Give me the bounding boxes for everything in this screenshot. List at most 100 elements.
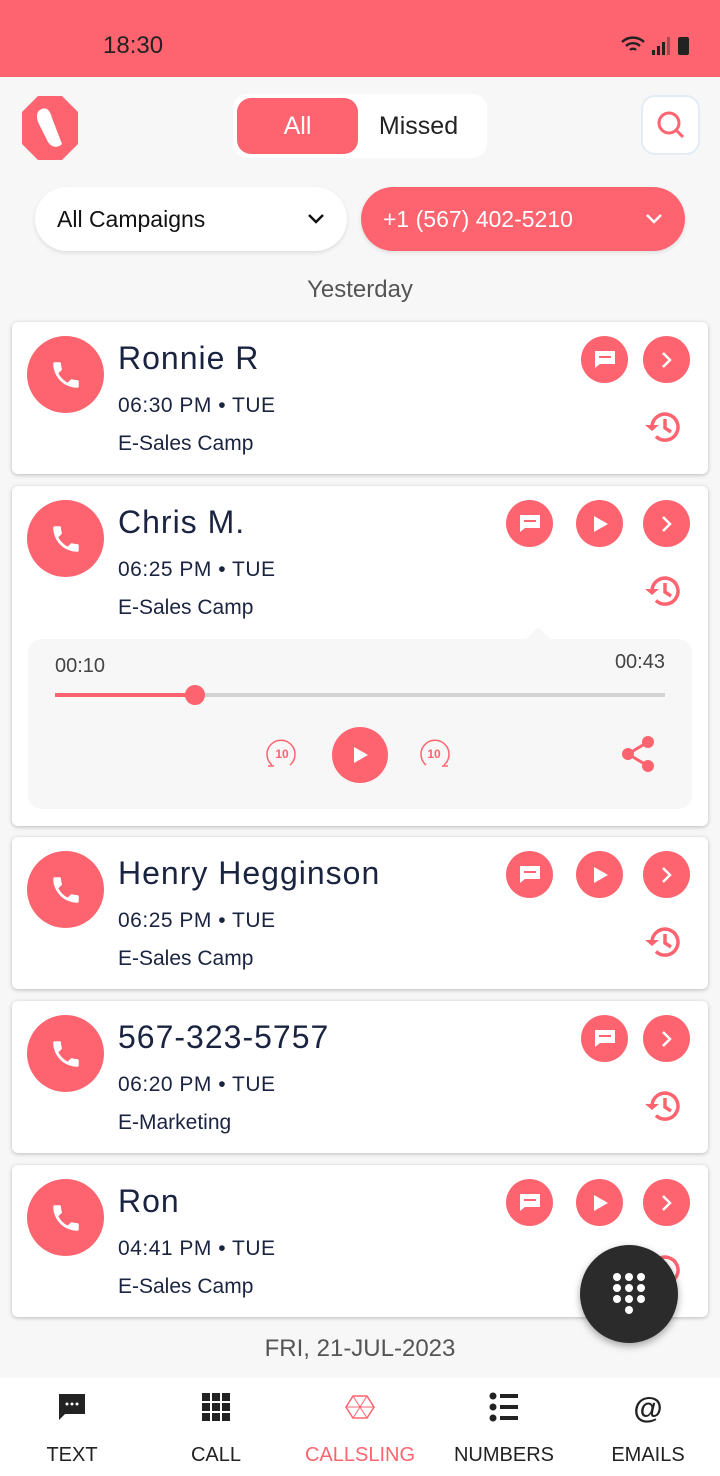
share-icon[interactable] [620,735,656,773]
call-log-item[interactable]: Chris M. 06:25 PM • TUE E-Sales Camp 00:… [12,486,708,826]
call-time: 06:25 PM • TUE [118,909,276,932]
details-button[interactable] [643,1179,690,1226]
rewind-10-icon[interactable]: 10 [264,735,298,771]
message-button[interactable] [506,851,553,898]
call-log-item[interactable]: Ronnie R 06:30 PM • TUE E-Sales Camp [12,322,708,474]
contact-name: Chris M. [118,504,246,540]
call-avatar [27,1179,104,1256]
phone-icon [52,525,79,552]
app-logo [22,96,78,160]
campaign-name: E-Sales Camp [118,947,254,970]
call-time: 06:30 PM • TUE [118,394,276,417]
dialpad-icon [613,1273,645,1314]
history-icon[interactable] [642,405,686,449]
bottom-nav: TEXT CALL CALLSLING NUMBERS @ EMAILS [0,1378,720,1476]
phone-icon [52,876,79,903]
call-time: 06:20 PM • TUE [118,1073,276,1096]
nav-label: TEXT [46,1444,98,1466]
call-filter-toggle: All Missed [233,94,487,158]
call-avatar [27,1015,104,1092]
nav-callsling[interactable]: CALLSLING [288,1378,432,1476]
forward-10-icon[interactable]: 10 [418,735,452,771]
seek-handle[interactable] [185,685,206,705]
player-play-button[interactable] [332,727,388,783]
contact-name: Ronnie R [118,340,260,376]
call-avatar [27,500,104,577]
phone-icon [52,1204,79,1231]
message-icon [59,1394,85,1420]
play-button[interactable] [576,500,623,547]
message-icon [594,1029,615,1047]
section-header: Yesterday [307,276,413,303]
nav-label: NUMBERS [453,1444,554,1466]
wifi-icon [621,36,645,51]
svg-text:@: @ [633,1392,662,1424]
nav-call[interactable]: CALL [144,1378,288,1476]
number-dropdown[interactable]: +1 (567) 402-5210 [361,187,685,251]
svg-text:10: 10 [427,747,441,761]
seek-slider[interactable] [55,685,665,705]
call-time: 06:25 PM • TUE [118,558,276,581]
campaign-name: E-Sales Camp [118,432,254,455]
nav-emails[interactable]: @ EMAILS [576,1378,720,1476]
list-icon [489,1392,518,1422]
message-button[interactable] [581,1015,628,1062]
call-avatar [27,851,104,928]
status-icons [620,34,690,61]
call-time: 04:41 PM • TUE [118,1237,276,1260]
chevron-right-icon [661,1194,672,1211]
history-icon[interactable] [642,1084,686,1128]
contact-name: Henry Hegginson [118,855,381,891]
dialpad-fab[interactable] [580,1245,678,1343]
call-avatar [27,336,104,413]
nav-text[interactable]: TEXT [0,1378,144,1476]
tab-missed[interactable]: Missed [358,98,479,154]
nav-label: CALLSLING [304,1444,416,1466]
message-button[interactable] [581,336,628,383]
message-button[interactable] [506,500,553,547]
details-button[interactable] [643,1015,690,1062]
status-bar: 18:30 [0,0,720,77]
play-button[interactable] [576,1179,623,1226]
chevron-down-icon [308,214,324,224]
history-icon[interactable] [642,569,686,613]
chevron-right-icon [661,515,672,532]
campaign-name: E-Sales Camp [118,1275,254,1298]
campaign-value: All Campaigns [57,205,206,232]
campaign-name: E-Sales Camp [118,596,254,619]
chevron-right-icon [661,351,672,368]
number-value: +1 (567) 402-5210 [383,205,573,232]
contact-name: 567-323-5757 [118,1019,330,1055]
duration: 00:43 [614,651,665,673]
history-icon[interactable] [642,920,686,964]
call-log-item[interactable]: Henry Hegginson 06:25 PM • TUE E-Sales C… [12,837,708,989]
campaign-dropdown[interactable]: All Campaigns [35,187,347,251]
recording-player: 00:10 00:43 10 10 [28,627,692,809]
details-button[interactable] [643,500,690,547]
tab-all[interactable]: All [237,98,358,154]
campaign-name: E-Marketing [118,1111,232,1134]
message-icon [519,1193,540,1211]
phone-icon [52,1040,79,1067]
current-time: 00:10 [55,655,106,677]
message-icon [594,350,615,368]
status-time: 18:30 [103,32,164,59]
battery-charging-icon [678,37,689,55]
search-button[interactable] [641,95,700,155]
play-icon [593,866,608,883]
details-button[interactable] [643,336,690,383]
nav-label: EMAILS [611,1444,685,1466]
chevron-right-icon [661,866,672,883]
message-icon [519,514,540,532]
play-button[interactable] [576,851,623,898]
chevron-right-icon [661,1030,672,1047]
nav-numbers[interactable]: NUMBERS [432,1378,576,1476]
nav-label: CALL [190,1444,242,1466]
details-button[interactable] [643,851,690,898]
search-icon [657,111,684,139]
message-button[interactable] [506,1179,553,1226]
phone-icon [52,361,79,388]
svg-text:10: 10 [275,747,289,761]
play-icon [593,1194,608,1211]
call-log-item[interactable]: 567-323-5757 06:20 PM • TUE E-Marketing [12,1001,708,1153]
